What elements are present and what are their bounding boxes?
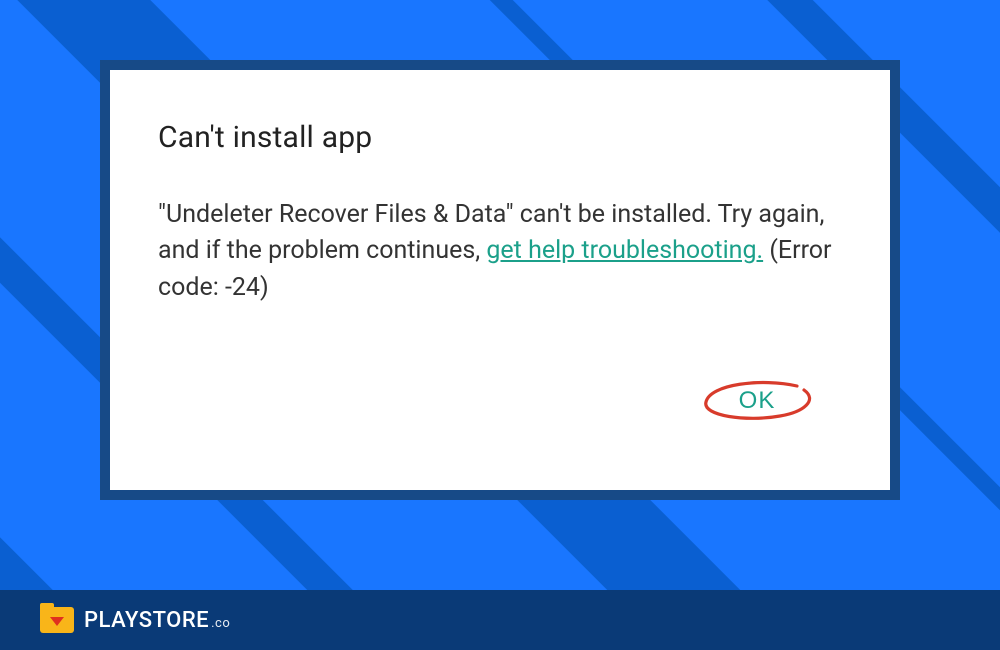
dialog-actions: OK (158, 376, 842, 426)
brand-label: PLAYSTORE.co (84, 608, 230, 633)
footer-bar: PLAYSTORE.co (0, 590, 1000, 650)
dialog-title: Can't install app (158, 120, 842, 155)
ok-button-highlight: OK (692, 376, 822, 426)
playstore-folder-icon (40, 605, 74, 635)
brand-tld: .co (211, 616, 230, 631)
error-dialog: Can't install app "Undeleter Recover Fil… (110, 70, 890, 490)
dialog-body: "Undeleter Recover Files & Data" can't b… (158, 197, 842, 306)
ok-button[interactable]: OK (739, 387, 776, 415)
troubleshoot-link[interactable]: get help troubleshooting. (486, 236, 763, 265)
background: Can't install app "Undeleter Recover Fil… (0, 0, 1000, 650)
brand-name: PLAYSTORE (84, 608, 209, 633)
dialog-frame: Can't install app "Undeleter Recover Fil… (100, 60, 900, 500)
